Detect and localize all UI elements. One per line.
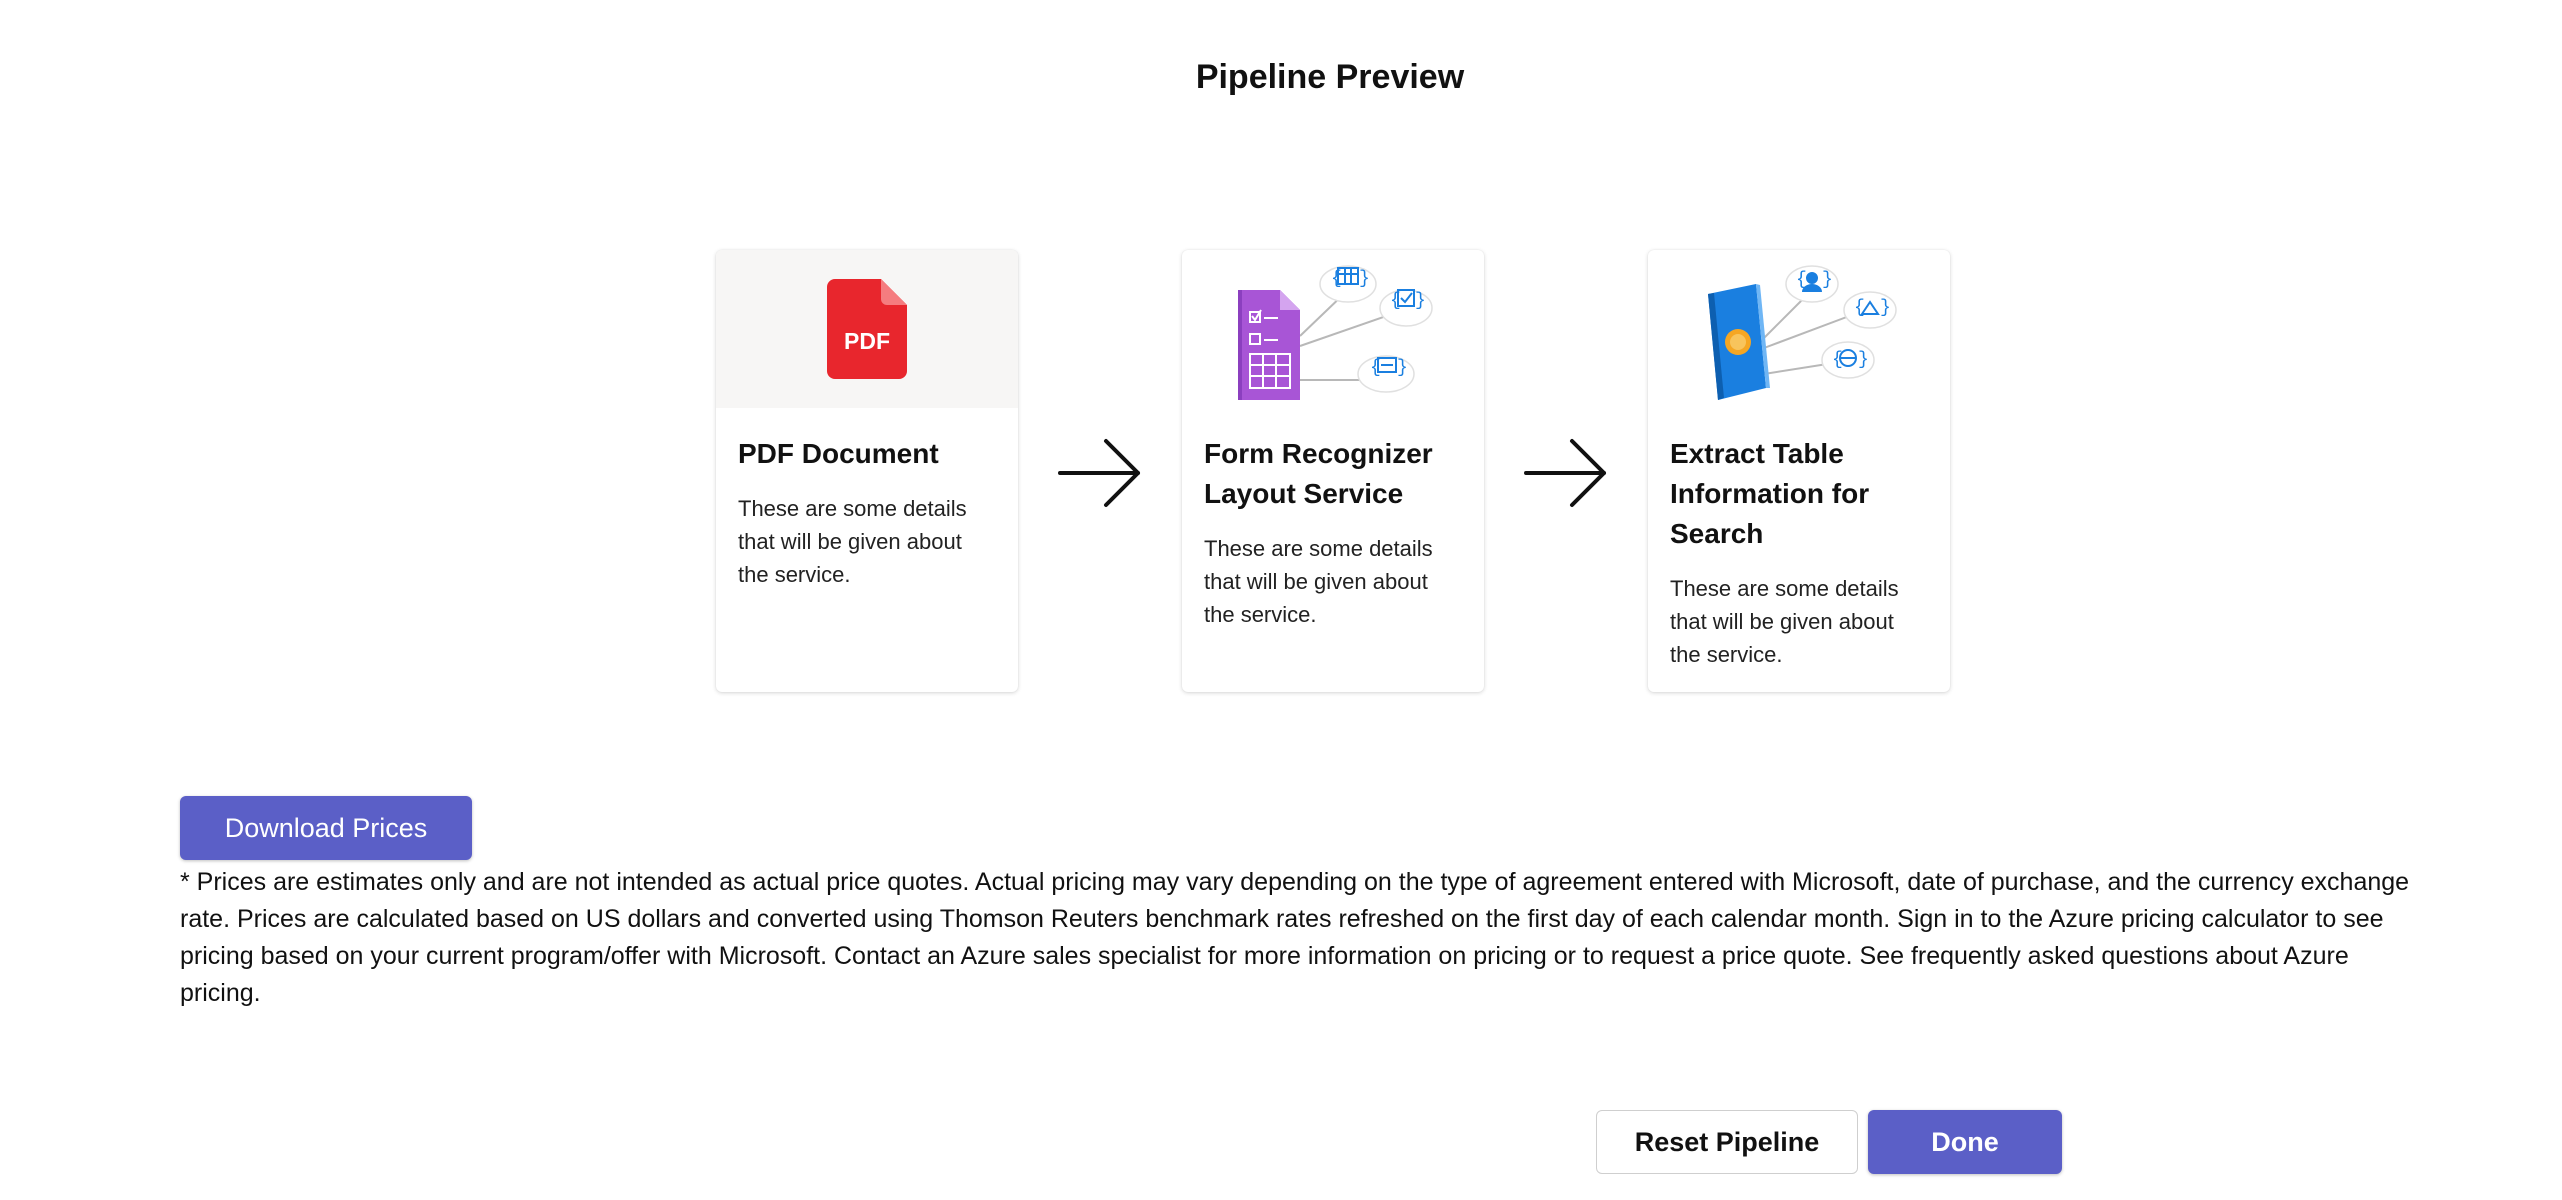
done-button[interactable]: Done	[1868, 1110, 2062, 1174]
card-image: PDF	[716, 250, 1018, 408]
pipeline-card-extract-table[interactable]: { } { } { } Extract Table Information fo…	[1648, 250, 1950, 692]
pricing-disclaimer: * Prices are estimates only and are not …	[180, 868, 2410, 1007]
svg-text:}: }	[1858, 350, 1869, 370]
arrow-right-icon	[1018, 250, 1182, 695]
svg-text:{: {	[1370, 358, 1381, 378]
card-image: { } { } { }	[1648, 250, 1950, 408]
extract-table-information-icon: { } { } { }	[1708, 265, 1897, 400]
pipeline-preview-page: Pipeline Preview PDF PDF Document These …	[0, 0, 2562, 1200]
pdf-icon-label: PDF	[844, 328, 890, 354]
form-recognizer-layout-icon: { } { } { }	[1238, 265, 1433, 400]
pipeline-card-pdf-document[interactable]: PDF PDF Document These are some details …	[716, 250, 1018, 692]
card-title: PDF Document	[738, 438, 939, 469]
reset-pipeline-button[interactable]: Reset Pipeline	[1596, 1110, 1858, 1174]
card-description: These are some details that will be give…	[738, 496, 967, 587]
svg-text:}: }	[1822, 270, 1833, 290]
pipeline-card-form-recognizer[interactable]: { } { } { } Form Recognizer Layout Servi…	[1182, 250, 1484, 692]
svg-text:}: }	[1880, 298, 1891, 318]
card-title: Form Recognizer Layout Service	[1204, 438, 1433, 509]
svg-text:{: {	[1832, 350, 1843, 370]
svg-text:}: }	[1359, 269, 1370, 289]
download-prices-button[interactable]: Download Prices	[180, 796, 472, 860]
card-title: Extract Table Information for Search	[1670, 438, 1870, 549]
svg-text:}: }	[1415, 291, 1426, 311]
svg-text:{: {	[1796, 270, 1807, 290]
svg-text:{: {	[1390, 291, 1401, 311]
card-image: { } { } { }	[1182, 250, 1484, 408]
card-description: These are some details that will be give…	[1670, 576, 1899, 667]
card-description: These are some details that will be give…	[1204, 536, 1433, 627]
svg-text:{: {	[1854, 298, 1865, 318]
svg-text:{: {	[1331, 269, 1342, 289]
svg-text:}: }	[1397, 358, 1408, 378]
arrow-right-icon	[1484, 250, 1648, 695]
page-title: Pipeline Preview	[1195, 58, 1465, 96]
pdf-file-icon: PDF	[827, 279, 907, 379]
pipeline-steps: PDF PDF Document These are some details …	[716, 250, 1950, 695]
